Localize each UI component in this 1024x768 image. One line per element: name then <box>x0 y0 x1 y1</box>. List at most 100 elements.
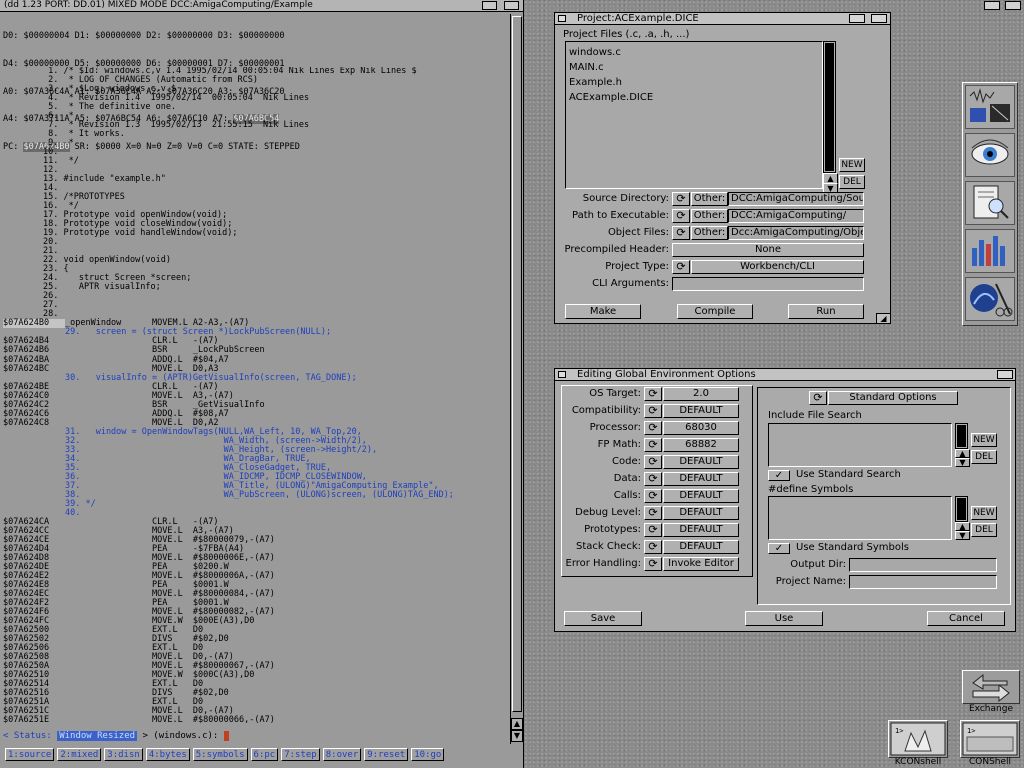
include-new-button[interactable]: NEW <box>971 433 997 447</box>
zoom-gadget[interactable] <box>849 14 865 23</box>
scroll-down-icon[interactable]: ▼ <box>955 458 970 467</box>
save-button[interactable]: Save <box>564 611 642 626</box>
source-line[interactable]: 19. Prototype void handleWindow(void); <box>3 229 509 238</box>
standard-options-cycle[interactable]: Standard Options <box>828 391 958 405</box>
env-title-bar[interactable]: Editing Global Environment Options <box>555 369 1015 381</box>
source-line[interactable]: 9. * <box>3 139 509 148</box>
source-line[interactable]: 13. #include "example.h" <box>3 175 509 184</box>
exe-path-mode[interactable]: Other: <box>691 209 728 223</box>
code-listing[interactable]: 1. /* $Id: windows.c,v 1.4 1995/02/14 00… <box>3 67 509 727</box>
close-gadget[interactable] <box>558 371 566 378</box>
define-scrollbar[interactable] <box>955 496 968 522</box>
env-option-value[interactable]: DEFAULT <box>663 489 739 503</box>
scroll-thumb[interactable] <box>512 16 522 712</box>
exe-path-field[interactable]: DCC:AmigaComputing/ <box>728 209 864 223</box>
debugger-title-bar[interactable]: (dd 1.23 PORT: DD.01) MIXED MODE DCC:Ami… <box>0 0 523 12</box>
cycle-icon[interactable]: ⟳ <box>809 391 827 405</box>
env-option-value[interactable]: Invoke Editor <box>663 557 739 571</box>
cycle-icon[interactable]: ⟳ <box>644 421 662 435</box>
source-line[interactable]: 25. APTR visualInfo; <box>3 283 509 292</box>
source-line[interactable]: 8. * It works. <box>3 130 509 139</box>
zoom-gadget[interactable] <box>482 1 497 10</box>
fkey-source[interactable]: 1:source <box>5 748 55 761</box>
scroll-up-icon[interactable]: ▲ <box>955 522 970 531</box>
scroll-thumb[interactable] <box>957 498 966 520</box>
cycle-icon[interactable]: ⟳ <box>672 209 690 223</box>
delete-file-button[interactable]: DEL <box>839 175 865 189</box>
output-dir-field[interactable] <box>849 558 997 572</box>
source-line[interactable]: 10. <box>3 148 509 157</box>
close-gadget[interactable] <box>558 15 566 22</box>
env-option-value[interactable]: DEFAULT <box>663 506 739 520</box>
cycle-icon[interactable]: ⟳ <box>672 260 690 274</box>
file-list-scrollbar[interactable] <box>823 41 836 173</box>
fkey-step[interactable]: 7:step <box>281 748 320 761</box>
use-button[interactable]: Use <box>745 611 823 626</box>
run-button[interactable]: Run <box>788 304 864 319</box>
env-option-value[interactable]: 68030 <box>663 421 739 435</box>
include-del-button[interactable]: DEL <box>971 450 997 464</box>
scroll-down-icon[interactable]: ▼ <box>511 730 523 742</box>
source-dir-mode[interactable]: Other: <box>691 192 728 206</box>
screen-depth-gadget[interactable] <box>984 1 1000 10</box>
fkey-reset[interactable]: 9:reset <box>364 748 409 761</box>
screen-depth-gadget[interactable] <box>1005 1 1021 10</box>
env-option-value[interactable]: DEFAULT <box>663 404 739 418</box>
source-line[interactable]: 22. void openWindow(void) <box>3 256 509 265</box>
use-std-search-checkbox[interactable]: ✓ <box>768 470 790 481</box>
env-option-value[interactable]: DEFAULT <box>663 540 739 554</box>
define-del-button[interactable]: DEL <box>971 523 997 537</box>
cancel-button[interactable]: Cancel <box>927 611 1005 626</box>
sound-video-icon[interactable] <box>965 85 1015 129</box>
scroll-thumb[interactable] <box>825 43 834 171</box>
depth-gadget[interactable] <box>504 1 519 10</box>
scroll-down-icon[interactable]: ▼ <box>955 531 970 540</box>
new-file-button[interactable]: NEW <box>839 158 865 172</box>
include-scrollbar[interactable] <box>955 423 968 449</box>
cycle-icon[interactable]: ⟳ <box>644 438 662 452</box>
scroll-up-icon[interactable]: ▲ <box>511 718 523 730</box>
depth-gadget[interactable] <box>871 14 887 23</box>
precompiled-cycle[interactable]: None <box>672 243 864 257</box>
file-item[interactable]: ACExample.DICE <box>569 90 653 105</box>
asm-line[interactable]: $07A6251E MOVE.L #$80000066,-(A7) <box>3 716 509 725</box>
equalizer-icon[interactable] <box>965 229 1015 273</box>
object-files-field[interactable]: Dcc:AmigaComputing/Obje <box>728 226 864 240</box>
project-file-list[interactable]: windows.c MAIN.c Example.h ACExample.DIC… <box>565 41 823 189</box>
include-list[interactable] <box>768 423 952 467</box>
fkey-mixed[interactable]: 2:mixed <box>57 748 102 761</box>
source-line[interactable]: 20. <box>3 238 509 247</box>
fkey-pc[interactable]: 6:pc <box>250 748 279 761</box>
fkey-disn[interactable]: 3:disn <box>104 748 143 761</box>
source-line[interactable]: 15. /*PROTOTYPES <box>3 193 509 202</box>
cli-args-field[interactable] <box>672 277 864 291</box>
cycle-icon[interactable]: ⟳ <box>644 540 662 554</box>
file-item[interactable]: Example.h <box>569 75 653 90</box>
cycle-icon[interactable]: ⟳ <box>644 472 662 486</box>
file-item[interactable]: MAIN.c <box>569 60 653 75</box>
conshell-icon[interactable]: 1> <box>960 720 1020 758</box>
cycle-icon[interactable]: ⟳ <box>672 226 690 240</box>
fkey-bytes[interactable]: 4:bytes <box>145 748 190 761</box>
depth-gadget[interactable] <box>997 370 1013 379</box>
cycle-icon[interactable]: ⟳ <box>644 387 662 401</box>
file-item[interactable]: windows.c <box>569 45 653 60</box>
fkey-symbols[interactable]: 5:symbols <box>192 748 248 761</box>
project-title-bar[interactable]: Project:ACExample.DICE <box>555 13 890 25</box>
paint-tools-icon[interactable] <box>965 277 1015 321</box>
source-dir-field[interactable]: DCC:AmigaComputing/Sou <box>728 192 864 206</box>
object-files-mode[interactable]: Other: <box>691 226 728 240</box>
source-line[interactable]: 27. <box>3 301 509 310</box>
define-new-button[interactable]: NEW <box>971 506 997 520</box>
resize-icon[interactable]: ◢ <box>876 313 890 323</box>
cycle-icon[interactable]: ⟳ <box>644 523 662 537</box>
fkey-over[interactable]: 8:over <box>322 748 362 761</box>
env-option-value[interactable]: 2.0 <box>663 387 739 401</box>
source-line[interactable]: 5. * The definitive one. <box>3 103 509 112</box>
compile-button[interactable]: Compile <box>677 304 753 319</box>
make-button[interactable]: Make <box>565 304 641 319</box>
exchange-icon[interactable] <box>962 670 1020 704</box>
env-option-value[interactable]: 68882 <box>663 438 739 452</box>
cycle-icon[interactable]: ⟳ <box>672 192 690 206</box>
cycle-icon[interactable]: ⟳ <box>644 557 662 571</box>
